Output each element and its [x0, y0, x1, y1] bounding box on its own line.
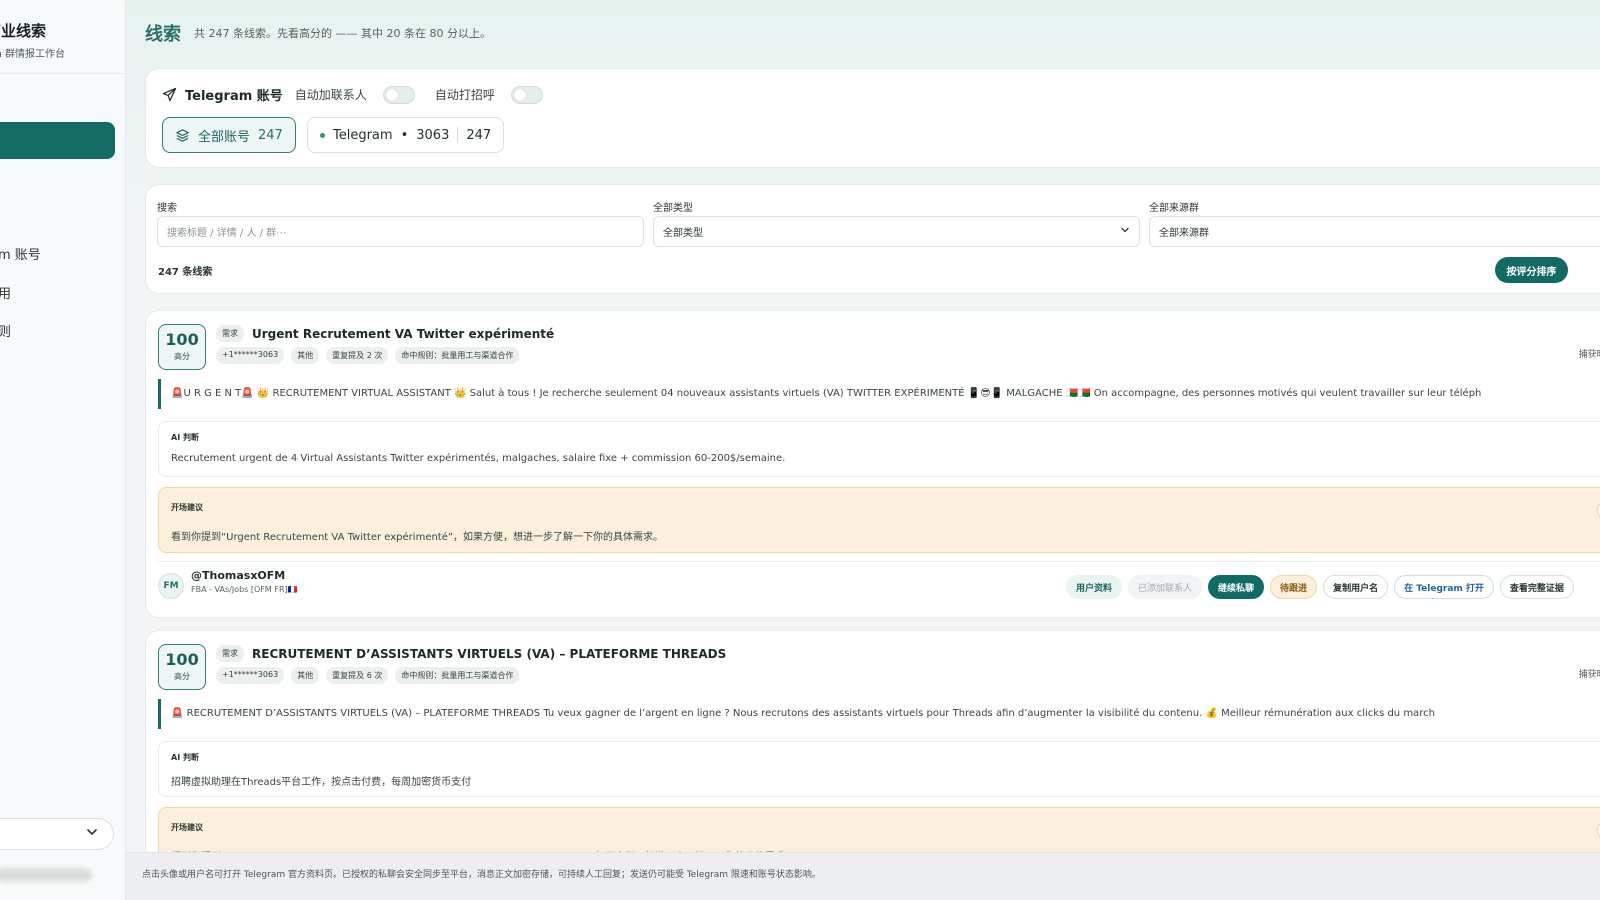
- score-value: 100: [165, 330, 199, 349]
- sidebar-account-select[interactable]: [0, 818, 114, 850]
- chip-label: Telegram: [333, 127, 393, 143]
- avatar[interactable]: FM: [158, 573, 184, 599]
- score-label: 高分: [174, 672, 190, 681]
- score-badge: 100 高分: [158, 644, 206, 690]
- divider: [158, 561, 1600, 562]
- tag-category: 其他: [291, 347, 320, 364]
- auto-greet-label: 自动打招呼: [434, 88, 495, 102]
- ai-judgement-text: Recrutement urgent de 4 Virtual Assistan…: [171, 453, 786, 464]
- tag-rule: 命中规则：批量用工与渠道合作: [395, 667, 520, 684]
- lead-count: 247 条线索: [158, 267, 213, 278]
- lead-tags: +1******3063 其他 重复提及 2 次 命中规则：批量用工与渠道合作: [216, 347, 520, 364]
- tag-account: +1******3063: [216, 667, 285, 684]
- auto-add-toggle[interactable]: [382, 85, 415, 104]
- tag-repeat: 重复提及 2 次: [326, 347, 389, 364]
- copy-username-button[interactable]: 复制用户名: [1323, 575, 1389, 599]
- follow-up-button[interactable]: 待跟进: [1270, 575, 1318, 599]
- score-value: 100: [165, 650, 199, 669]
- main: 线索 共 247 条线索。先看高分的 —— 其中 20 条在 80 分以上。 T…: [126, 0, 1600, 900]
- brand-subtitle: am 群情报工作台: [0, 49, 66, 60]
- capture-time: 捕获时间: (: [1578, 670, 1600, 680]
- user-blurred: [0, 868, 92, 882]
- tag-rule: 命中规则：批量用工与渠道合作: [395, 347, 520, 364]
- contact-added-button[interactable]: 已添加联系人: [1128, 575, 1203, 599]
- auto-greet-toggle[interactable]: [510, 85, 543, 104]
- ai-judgement-label: AI 判断: [171, 753, 199, 762]
- lead-card: 100 高分 需求 Urgent Recrutement VA Twitter …: [145, 310, 1600, 618]
- kind-tag: 需求: [216, 645, 244, 662]
- chip-label: 全部账号: [198, 129, 251, 145]
- opener-text: 看到你提到“Urgent Recrutement VA Twitter expé…: [171, 532, 664, 543]
- user-source-group: FBA - VAs/Jobs [OFM FR]🇫🇷: [191, 585, 298, 594]
- capture-time: 捕获时间: (: [1578, 350, 1600, 360]
- continue-chat-button[interactable]: 继续私聊: [1208, 575, 1265, 599]
- search-label: 搜索: [157, 203, 177, 214]
- source-label: 全部来源群: [1149, 203, 1199, 214]
- account-title: Telegram 账号: [185, 89, 283, 104]
- ai-judgement-label: AI 判断: [171, 433, 199, 442]
- footer-note: 点击头像或用户名可打开 Telegram 官方资料页。已授权的私聊会安全同步至平…: [126, 852, 1600, 900]
- lead-title[interactable]: Urgent Recrutement VA Twitter expériment…: [252, 327, 554, 341]
- source-select[interactable]: 全部来源群: [1149, 216, 1600, 247]
- auto-add-label: 自动加联系人: [294, 88, 367, 102]
- type-select[interactable]: 全部类型: [653, 216, 1140, 247]
- ai-judgement-box: AI 判断 招聘虚拟助理在Threads平台工作，按点击付费，每周加密货币支付: [158, 741, 1600, 797]
- telegram-account-card: Telegram 账号 自动加联系人 自动打招呼 管 全部账号 247 Tele…: [145, 68, 1600, 168]
- lead-title[interactable]: RECRUTEMENT D’ASSISTANTS VIRTUELS (VA) –…: [252, 647, 726, 661]
- chip-all-accounts[interactable]: 全部账号 247: [162, 117, 296, 153]
- sidebar-divider: [0, 73, 125, 74]
- filter-card: 搜索 搜索标题 / 详情 / 人 / 群⋯ 全部类型 全部类型 全部来源群 全部…: [145, 184, 1600, 294]
- type-label: 全部类型: [653, 203, 693, 214]
- chip-account-id: 3063: [416, 127, 450, 143]
- tag-repeat: 重复提及 6 次: [326, 667, 389, 684]
- sort-by-score-button[interactable]: 按评分排序: [1495, 257, 1568, 283]
- view-evidence-button[interactable]: 查看完整证据: [1499, 575, 1574, 599]
- send-icon: [162, 87, 177, 102]
- score-badge: 100 高分: [158, 324, 206, 370]
- message-snippet: 🚨U R G E N T🚨 👑 RECRUTEMENT VIRTUAL ASSI…: [158, 379, 1600, 409]
- chevron-down-icon: [85, 825, 99, 839]
- sidebar-item-active[interactable]: [0, 122, 115, 159]
- opener-suggestion-box: 开场建议 看到你提到“Urgent Recrutement VA Twitter…: [158, 487, 1600, 553]
- page-subtitle: 共 247 条线索。先看高分的 —— 其中 20 条在 80 分以上。: [194, 27, 491, 40]
- brand: 商业线索 am 群情报工作台: [0, 20, 65, 60]
- layers-icon: [175, 128, 190, 143]
- kind-tag: 需求: [216, 325, 244, 342]
- opener-label: 开场建议: [171, 823, 203, 832]
- chevron-down-icon: [1119, 224, 1131, 236]
- open-in-telegram-button[interactable]: 在 Telegram 打开: [1394, 575, 1494, 599]
- ai-judgement-box: AI 判断 Recrutement urgent de 4 Virtual As…: [158, 421, 1600, 477]
- sidebar-item-accounts[interactable]: m 账号: [0, 244, 41, 263]
- tag-account: +1******3063: [216, 347, 285, 364]
- type-select-value: 全部类型: [663, 228, 703, 239]
- source-select-value: 全部来源群: [1159, 228, 1209, 239]
- brand-title: 商业线索: [0, 22, 47, 40]
- chip-count: 247: [258, 127, 283, 143]
- opener-label: 开场建议: [171, 503, 203, 512]
- lead-tags: +1******3063 其他 重复提及 6 次 命中规则：批量用工与渠道合作: [216, 667, 520, 684]
- sidebar: 商业线索 am 群情报工作台 m 账号 用 则: [0, 0, 126, 900]
- sidebar-item-rules[interactable]: 则: [0, 321, 11, 340]
- tag-category: 其他: [291, 667, 320, 684]
- search-input[interactable]: 搜索标题 / 详情 / 人 / 群⋯: [157, 216, 644, 247]
- user-profile-button[interactable]: 用户资料: [1066, 575, 1123, 599]
- chip-count: 247: [466, 127, 492, 143]
- chip-telegram-account[interactable]: Telegram • 3063 247: [307, 117, 505, 153]
- chip-separator: •: [400, 127, 409, 143]
- lead-actions: 用户资料 已添加联系人 继续私聊 待跟进 复制用户名 在 Telegram 打开…: [1066, 575, 1574, 599]
- message-snippet: 🚨 RECRUTEMENT D’ASSISTANTS VIRTUELS (VA)…: [158, 699, 1600, 729]
- score-label: 高分: [174, 352, 190, 361]
- page-title: 线索: [145, 24, 181, 45]
- online-dot-icon: [320, 132, 325, 138]
- sidebar-item-2[interactable]: 用: [0, 283, 11, 302]
- ai-judgement-text: 招聘虚拟助理在Threads平台工作，按点击付费，每周加密货币支付: [171, 777, 472, 788]
- username[interactable]: @ThomasxOFM: [191, 569, 285, 582]
- chip-divider: [457, 127, 459, 143]
